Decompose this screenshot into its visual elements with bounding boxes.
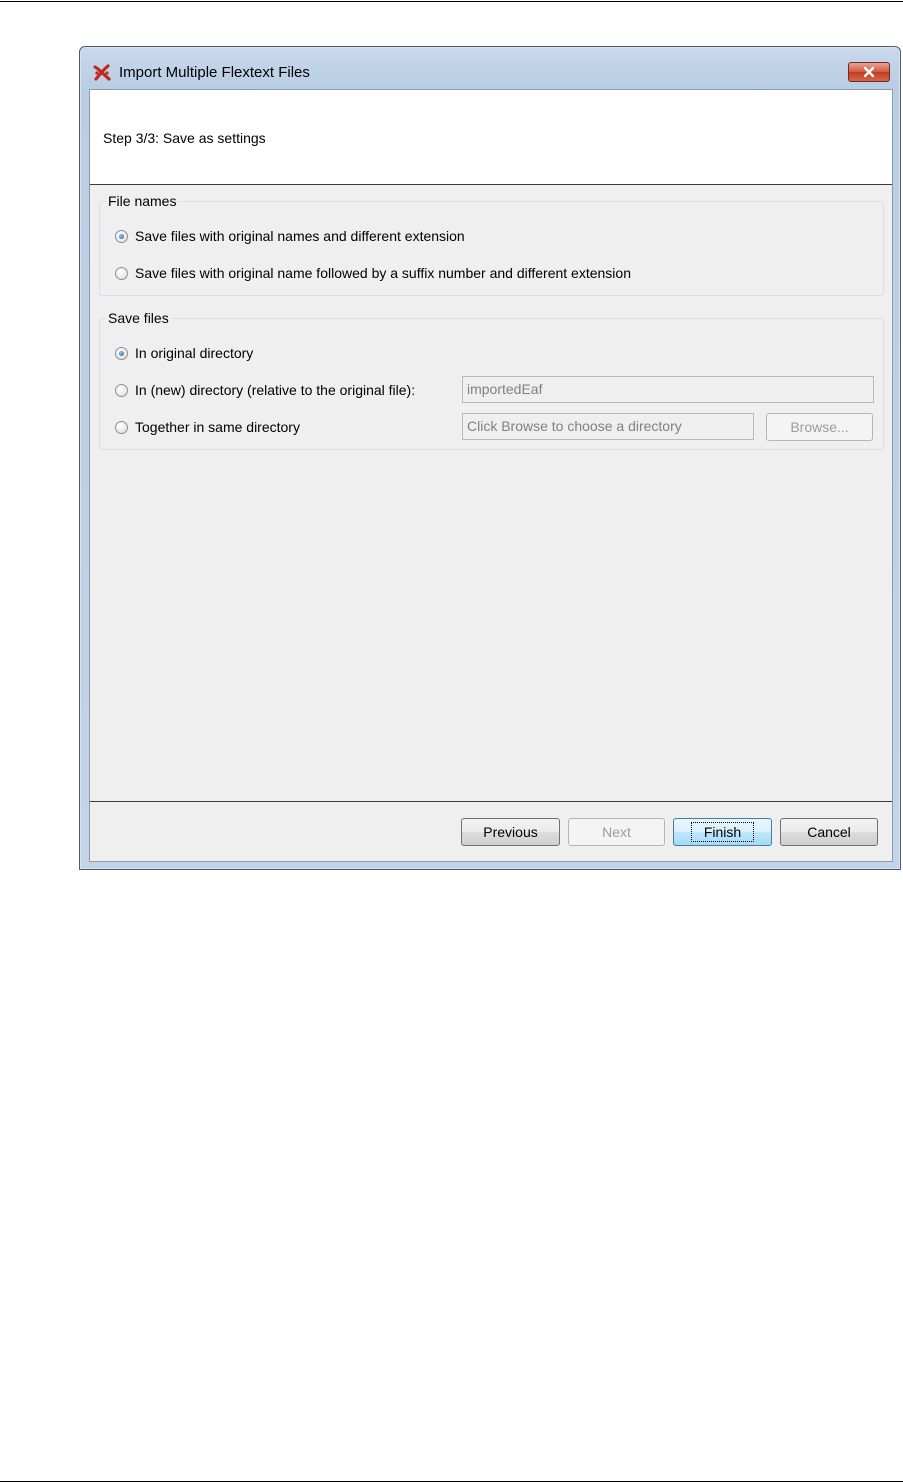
save-files-group: Save files In original directory In (new… xyxy=(99,310,884,450)
radio-label: In original directory xyxy=(135,345,254,361)
radio-same-directory[interactable]: Together in same directory xyxy=(115,419,300,435)
radio-original-names[interactable]: Save files with original names and diffe… xyxy=(115,228,465,244)
import-flextext-dialog: Import Multiple Flextext Files Step 3/3:… xyxy=(79,46,901,870)
close-button[interactable] xyxy=(848,62,890,82)
step-header: Step 3/3: Save as settings xyxy=(90,90,892,185)
page-bottom-rule xyxy=(0,1481,903,1482)
radio-button[interactable] xyxy=(115,383,128,397)
close-icon xyxy=(863,66,875,78)
file-names-group: File names Save files with original name… xyxy=(99,193,884,296)
step-title: Step 3/3: Save as settings xyxy=(103,130,266,146)
finish-label: Finish xyxy=(690,822,755,842)
window-title: Import Multiple Flextext Files xyxy=(119,64,310,81)
next-button[interactable]: Next xyxy=(568,818,665,846)
radio-label: Save files with original names and diffe… xyxy=(135,228,465,244)
same-directory-field[interactable]: Click Browse to choose a directory xyxy=(462,413,754,440)
footer-divider xyxy=(90,801,892,802)
radio-button[interactable] xyxy=(115,229,128,243)
browse-button[interactable]: Browse... xyxy=(766,413,873,441)
previous-button[interactable]: Previous xyxy=(461,818,560,846)
radio-label: In (new) directory (relative to the orig… xyxy=(135,382,416,398)
radio-label: Together in same directory xyxy=(135,419,300,435)
cancel-button[interactable]: Cancel xyxy=(780,818,878,846)
app-cross-icon xyxy=(93,64,111,81)
radio-button[interactable] xyxy=(115,266,128,280)
radio-label: Save files with original name followed b… xyxy=(135,265,631,281)
radio-new-directory[interactable]: In (new) directory (relative to the orig… xyxy=(115,382,415,398)
radio-original-directory[interactable]: In original directory xyxy=(115,345,253,361)
radio-suffix-number[interactable]: Save files with original name followed b… xyxy=(115,265,631,281)
page-top-rule xyxy=(0,1,903,2)
file-names-legend: File names xyxy=(106,193,179,210)
save-files-legend: Save files xyxy=(106,310,171,327)
title-bar[interactable]: Import Multiple Flextext Files xyxy=(80,47,900,89)
radio-button[interactable] xyxy=(115,420,128,434)
dialog-content: Step 3/3: Save as settings File names Sa… xyxy=(89,89,893,862)
new-directory-field[interactable]: importedEaf xyxy=(462,376,874,403)
radio-button[interactable] xyxy=(115,346,128,360)
finish-button[interactable]: Finish xyxy=(673,818,772,846)
